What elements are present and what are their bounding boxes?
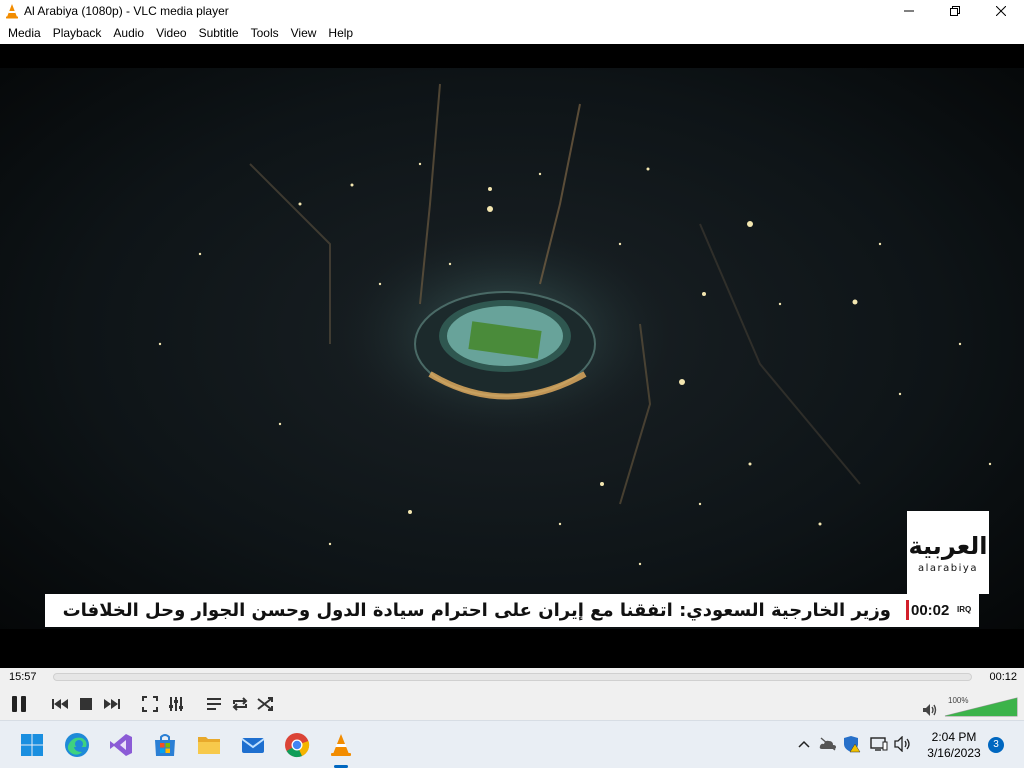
channel-logo-latin: alarabiya [918, 563, 978, 574]
security-icon [844, 736, 861, 753]
file-explorer-icon [198, 737, 220, 754]
menu-help[interactable]: Help [322, 22, 359, 44]
ticker-timezone: IRQ [957, 605, 972, 614]
playlist-icon [207, 698, 221, 710]
channel-logo: العربية alarabiya [907, 511, 989, 594]
next-button[interactable] [100, 692, 124, 716]
next-icon [104, 699, 120, 709]
chevron-up-icon [798, 740, 810, 748]
elapsed-time[interactable]: 15:57 [9, 671, 37, 683]
windows-start-icon [21, 734, 43, 756]
tray-speaker[interactable] [894, 735, 912, 753]
aerial-city-stadium-scene [0, 44, 1024, 668]
playback-controls: 100% [0, 688, 1024, 720]
taskbar-microsoft-store[interactable] [149, 729, 181, 761]
close-icon [996, 6, 1006, 16]
shuffle-button[interactable] [254, 692, 278, 716]
speaker-icon [894, 736, 910, 752]
show-hidden-icons-button[interactable] [795, 735, 813, 753]
taskbar-vlc[interactable] [325, 729, 357, 761]
seek-slider[interactable] [53, 673, 972, 681]
taskbar-mail[interactable] [237, 729, 269, 761]
microsoft-store-icon [155, 734, 175, 756]
mail-icon [241, 738, 265, 753]
remaining-time[interactable]: 00:12 [989, 671, 1017, 683]
tray-security[interactable] [843, 735, 861, 753]
menu-playback[interactable]: Playback [47, 22, 108, 44]
minimize-button[interactable] [886, 0, 932, 22]
ticker-headline: وزير الخارجية السعودي: اتفقنا مع إيران ع… [62, 600, 891, 621]
taskbar-edge[interactable] [61, 729, 93, 761]
edge-icon [65, 733, 89, 757]
menu-tools[interactable]: Tools [245, 22, 285, 44]
start-button[interactable] [16, 729, 48, 761]
menu-view[interactable]: View [285, 22, 323, 44]
vlc-icon [6, 4, 18, 19]
stop-icon [80, 698, 92, 710]
clock-date: 3/16/2023 [927, 746, 981, 760]
taskbar: 2:04 PM 3/16/2023 3 [0, 720, 1024, 768]
previous-icon [52, 699, 68, 709]
chrome-icon [285, 733, 310, 758]
loop-button[interactable] [228, 692, 252, 716]
menu-media[interactable]: Media [2, 22, 47, 44]
previous-button[interactable] [48, 692, 72, 716]
playlist-button[interactable] [202, 692, 226, 716]
shuffle-icon [257, 697, 273, 711]
title-bar: Al Arabiya (1080p) - VLC media player [0, 0, 1024, 22]
vlc-taskbar-icon [331, 734, 351, 756]
fullscreen-icon [142, 696, 158, 712]
notification-badge[interactable]: 3 [988, 737, 1004, 753]
taskbar-chrome[interactable] [281, 729, 313, 761]
pause-button[interactable] [4, 690, 34, 718]
menu-video[interactable]: Video [150, 22, 192, 44]
restore-button[interactable] [932, 0, 978, 22]
speaker-mute-toggle-icon[interactable] [922, 703, 938, 717]
extended-settings-icon [169, 697, 183, 711]
pause-icon [12, 696, 26, 712]
seek-row: 15:57 00:12 [0, 668, 1024, 688]
restore-icon [950, 6, 960, 16]
news-ticker: وزير الخارجية السعودي: اتفقنا مع إيران ع… [45, 594, 979, 627]
system-clock[interactable]: 2:04 PM 3/16/2023 [925, 729, 983, 761]
stop-button[interactable] [74, 692, 98, 716]
network-icon [870, 737, 888, 751]
clock-time: 2:04 PM [931, 730, 977, 744]
ticker-separator [906, 600, 909, 620]
onedrive-icon [819, 737, 836, 751]
fullscreen-button[interactable] [138, 692, 162, 716]
window-title: Al Arabiya (1080p) - VLC media player [24, 4, 229, 18]
minimize-icon [904, 10, 914, 12]
close-button[interactable] [978, 0, 1024, 22]
menu-bar: Media Playback Audio Video Subtitle Tool… [0, 22, 1024, 44]
menu-subtitle[interactable]: Subtitle [193, 22, 245, 44]
volume-slider[interactable] [944, 696, 1018, 718]
video-display[interactable]: العربية alarabiya وزير الخارجية السعودي:… [0, 44, 1024, 668]
channel-logo-arabic: العربية [908, 532, 988, 560]
visual-studio-icon [110, 734, 132, 756]
tray-network[interactable] [870, 735, 888, 753]
taskbar-visual-studio[interactable] [105, 729, 137, 761]
taskbar-file-explorer[interactable] [193, 729, 225, 761]
tray-onedrive[interactable] [819, 735, 837, 753]
ticker-time: 00:02 [911, 602, 950, 619]
loop-icon [232, 697, 248, 711]
extended-settings-button[interactable] [164, 692, 188, 716]
menu-audio[interactable]: Audio [107, 22, 150, 44]
